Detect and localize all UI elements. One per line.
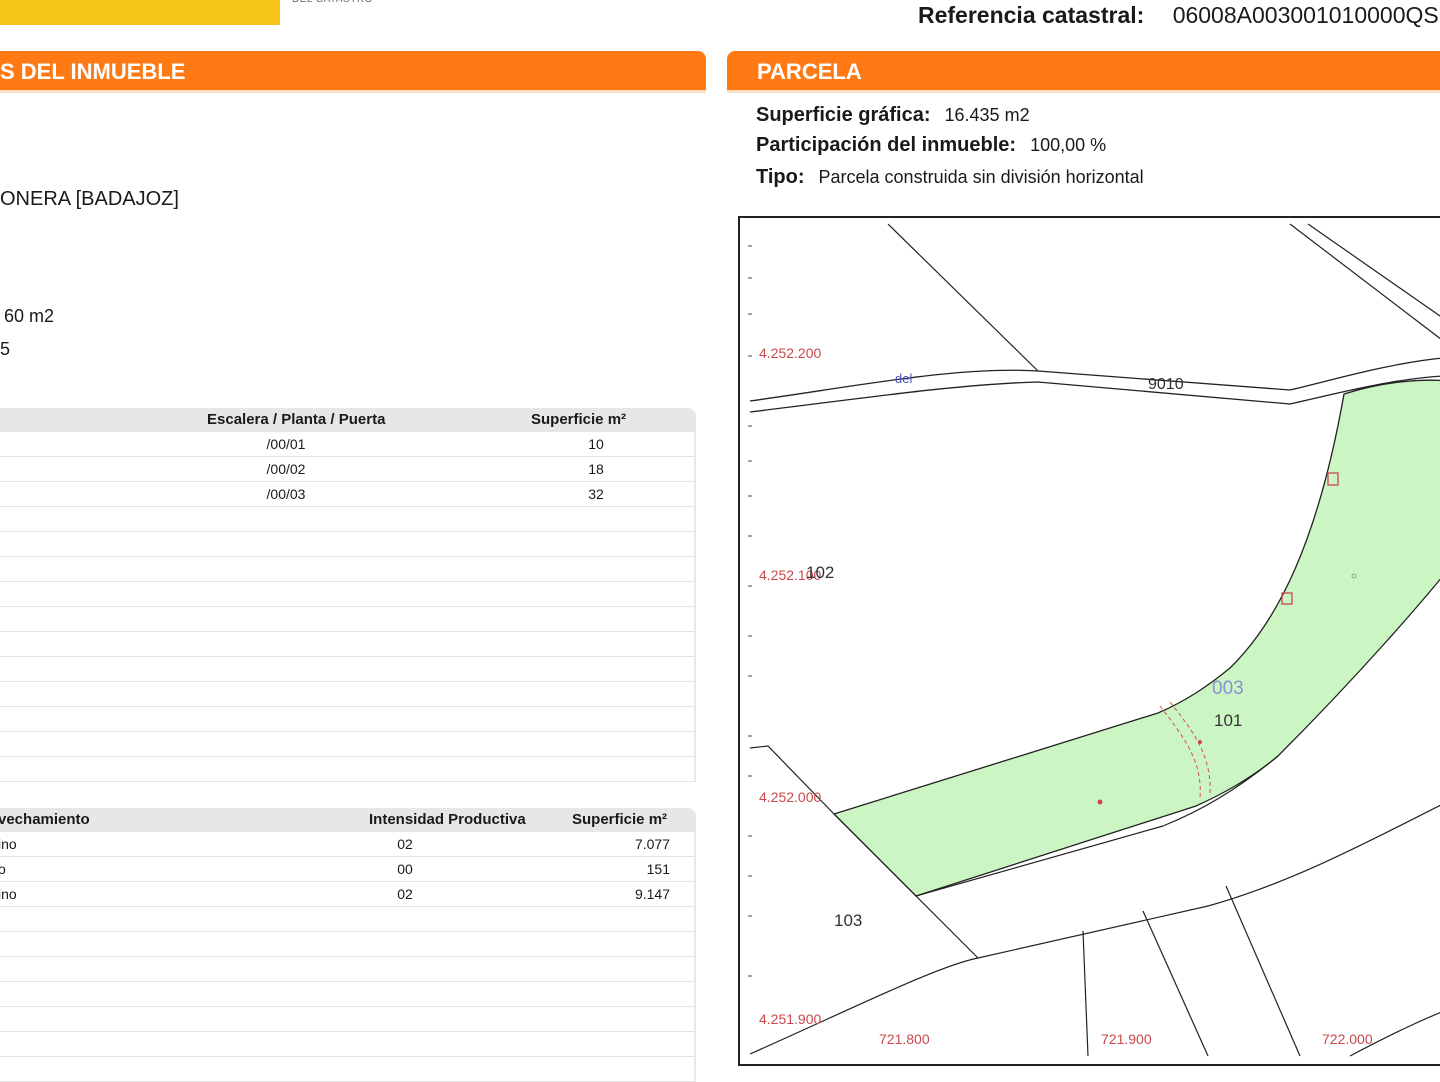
unit-cell: /00/02 [266, 461, 306, 477]
intensity-cell: 00 [397, 861, 413, 877]
land-use-table-body: ino 02 7.077 o 00 151 ino 02 9.147 [0, 832, 696, 1082]
surface-cell: 18 [588, 461, 604, 477]
land-use-table: vechamiento Intensidad Productiva Superf… [0, 808, 696, 1082]
y-tick-label: 4.252.200 [759, 345, 821, 361]
use-surface-cell: 151 [646, 861, 670, 877]
cadastral-reference: Referencia catastral: 06008A003001010000… [918, 2, 1439, 29]
empty-row [0, 1007, 694, 1032]
table-row: /00/03 32 [0, 482, 694, 507]
empty-row [0, 682, 694, 707]
catastro-logo-bar [0, 0, 280, 25]
col-use-surface-header: Superficie m² [572, 811, 668, 828]
road-sublabel: del [895, 371, 912, 386]
empty-row [0, 582, 694, 607]
parcel-header: PARCELA [727, 51, 1440, 93]
construction-table-header: Escalera / Planta / Puerta Superficie m² [0, 408, 696, 432]
empty-row [0, 757, 694, 782]
unit-cell: /00/01 [266, 436, 306, 452]
location-text: ONERA [BADAJOZ] [0, 188, 179, 210]
point-marker [1198, 740, 1202, 744]
participation-value: 100,00 % [1030, 135, 1107, 155]
surface-cell: 10 [588, 436, 604, 452]
polygon-label: 003 [1212, 678, 1244, 699]
parcel-title: PARCELA [757, 59, 862, 84]
empty-row [0, 957, 694, 982]
x-tick-label: 721.800 [879, 1031, 930, 1047]
empty-row [0, 657, 694, 682]
empty-row [0, 557, 694, 582]
intensity-cell: 02 [397, 886, 413, 902]
reference-label: Referencia catastral: [918, 2, 1145, 28]
construction-year-text: 5 [0, 339, 11, 359]
col-unit-header: Escalera / Planta / Puerta [207, 411, 386, 428]
graphic-surface-line: Superficie gráfica: 16.435 m2 [756, 104, 1030, 127]
neighbor-parcel-label: 102 [806, 563, 834, 582]
table-row: /00/02 18 [0, 457, 694, 482]
type-line: Tipo: Parcela construida sin división hor… [756, 166, 1144, 189]
unit-cell: /00/03 [266, 486, 306, 502]
property-data-title: S DEL INMUEBLE [0, 59, 186, 84]
empty-row [0, 932, 694, 957]
use-surface-cell: 9.147 [634, 886, 670, 902]
empty-row [0, 707, 694, 732]
cadastral-map[interactable]: 4.252.200 4.252.100 4.252.000 4.251.900 … [738, 216, 1440, 1066]
col-surface-header: Superficie m² [531, 411, 627, 428]
type-label: Tipo: [756, 166, 805, 188]
point-marker [1097, 799, 1103, 805]
construction-table-body: /00/01 10 /00/02 18 /00/03 32 [0, 432, 696, 782]
construction-table: Escalera / Planta / Puerta Superficie m²… [0, 408, 696, 782]
empty-row [0, 732, 694, 757]
type-value: Parcela construida sin división horizont… [818, 167, 1144, 187]
table-row: ino 02 7.077 [0, 832, 694, 857]
graphic-surface-label: Superficie gráfica: [756, 104, 931, 126]
x-tick-label: 721.900 [1101, 1031, 1152, 1047]
property-data-header: S DEL INMUEBLE [0, 51, 706, 93]
table-row: ino 02 9.147 [0, 882, 694, 907]
reference-value: 06008A003001010000QS [1172, 2, 1439, 28]
built-surface-text: 60 m2 [4, 306, 55, 326]
empty-row [0, 1057, 694, 1082]
empty-row [0, 982, 694, 1007]
col-use-header: vechamiento [0, 811, 90, 828]
y-tick-label: 4.252.000 [759, 789, 821, 805]
empty-row [0, 507, 694, 532]
col-intensity-header: Intensidad Productiva [369, 811, 526, 828]
participation-line: Participación del inmueble: 100,00 % [756, 134, 1106, 157]
x-tick-label: 722.000 [1322, 1031, 1373, 1047]
use-cell: o [0, 861, 6, 877]
participation-label: Participación del inmueble: [756, 134, 1017, 156]
parcel-label: 101 [1214, 711, 1242, 730]
intensity-cell: 02 [397, 836, 413, 852]
surface-cell: 32 [588, 486, 604, 502]
empty-row [0, 1032, 694, 1057]
land-use-table-header: vechamiento Intensidad Productiva Superf… [0, 808, 696, 832]
y-tick-label: 4.251.900 [759, 1011, 821, 1027]
use-cell: ino [0, 836, 17, 852]
table-row: o 00 151 [0, 857, 694, 882]
table-row: /00/01 10 [0, 432, 694, 457]
empty-row [0, 907, 694, 932]
logo-subtitle: DEL CATASTRO [292, 0, 373, 5]
empty-row [0, 607, 694, 632]
road-label: 9010 [1148, 376, 1184, 393]
empty-row [0, 532, 694, 557]
use-surface-cell: 7.077 [634, 836, 670, 852]
empty-row [0, 632, 694, 657]
graphic-surface-value: 16.435 m2 [944, 105, 1030, 125]
use-cell: ino [0, 886, 17, 902]
neighbor-parcel-label: 103 [834, 911, 862, 930]
